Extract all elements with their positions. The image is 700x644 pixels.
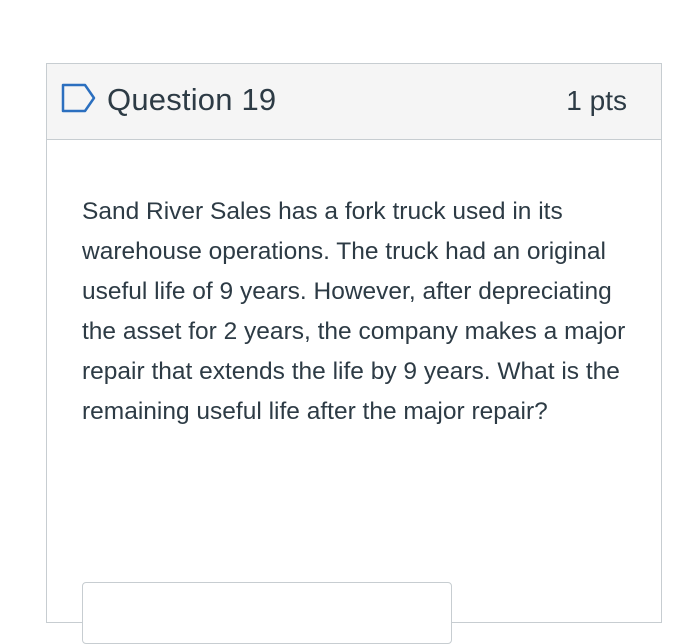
flag-question-icon[interactable] (61, 83, 97, 113)
question-title: Question 19 (107, 82, 277, 117)
question-header: Question 19 1 pts (47, 64, 661, 140)
question-body: Sand River Sales has a fork truck used i… (47, 140, 661, 644)
question-card: Question 19 1 pts Sand River Sales has a… (46, 63, 662, 644)
answer-input[interactable] (82, 582, 452, 644)
question-text: Sand River Sales has a fork truck used i… (82, 198, 626, 425)
question-points: 1 pts (566, 85, 627, 116)
